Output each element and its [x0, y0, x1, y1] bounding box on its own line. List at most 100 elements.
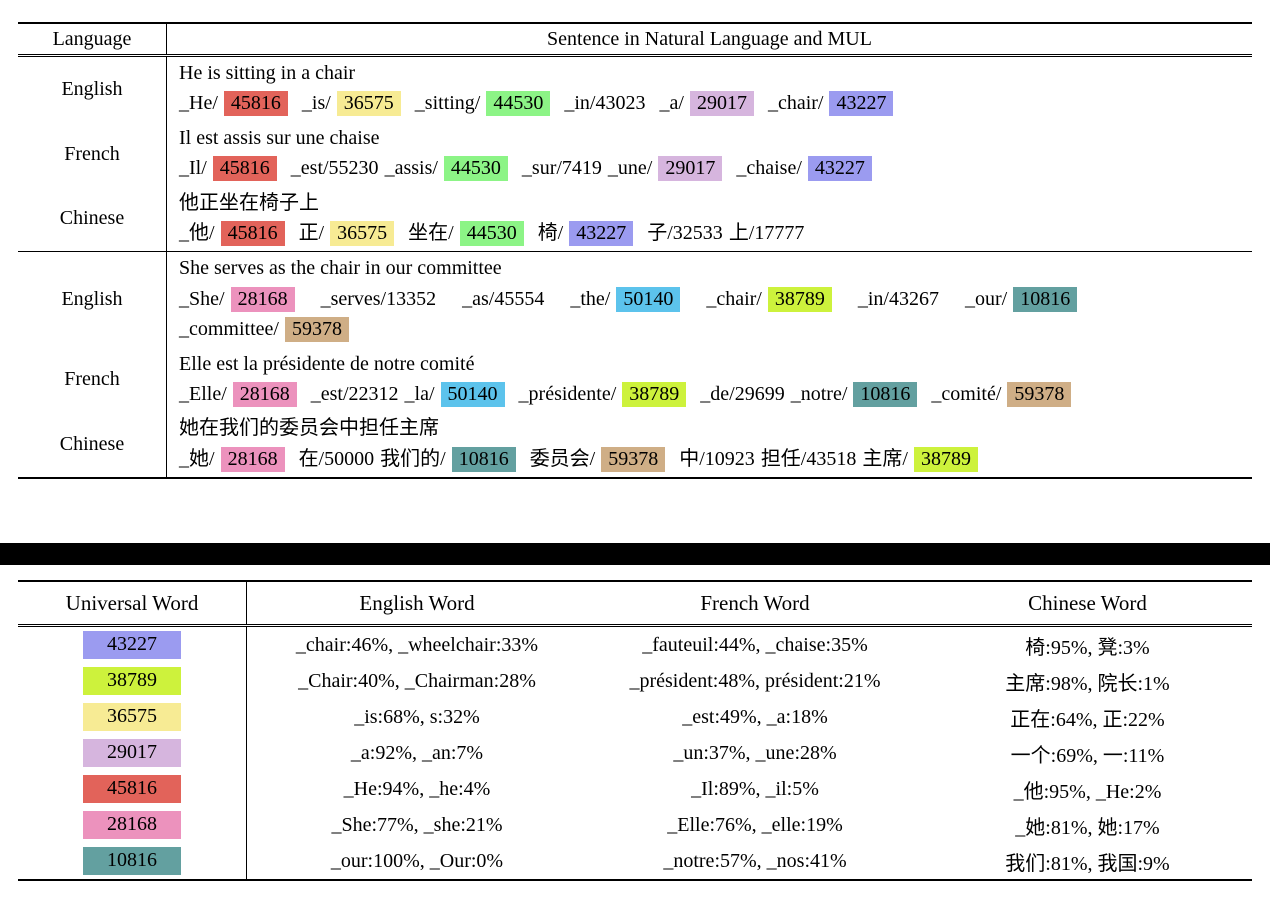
surface-word-token: _our/	[964, 287, 1008, 310]
universal-word-token: 50140	[440, 381, 505, 407]
surface-word-token: _Elle/	[179, 382, 227, 405]
universal-word-token: 59378	[284, 317, 349, 343]
universal-word-token: 10816	[853, 381, 918, 407]
french-word-cell: _président:48%, président:21%	[629, 669, 881, 692]
mul-token-line: _He/45816 _is/36575 _sitting/44530 _in/4302…	[179, 89, 1252, 117]
chinese-word-cell: _他:95%, _He:2%	[1013, 780, 1162, 803]
language-cell: English	[61, 77, 123, 100]
universal-word-cell: 28168	[18, 807, 246, 843]
universal-word-token: 28168	[230, 286, 295, 312]
universal-word-rows: 43227 _chair:46%, _wheelchair:33% _fauteui…	[18, 627, 1252, 879]
natural-language-sentence: Elle est la présidente de notre comité	[179, 352, 475, 375]
universal-word-token: 44530	[443, 156, 508, 182]
universal-word-token: 43227	[569, 220, 634, 246]
universal-word-token: 50140	[616, 286, 681, 312]
english-word-cell: _chair:46%, _wheelchair:33%	[246, 627, 587, 663]
surface-word-token: _de/29699	[700, 382, 785, 405]
language-cell: English	[61, 288, 123, 311]
table-row: 28168 _She:77%, _she:21% _Elle:76%, _elle:…	[18, 807, 1252, 843]
chinese-word-cell: 我们:81%, 我国:9%	[1005, 852, 1170, 875]
surface-word-token: _a/	[659, 92, 684, 115]
surface-word-token: _est/55230	[290, 157, 379, 180]
french-word-cell: _Elle:76%, _elle:19%	[667, 813, 843, 836]
sentence-groups: English He is sitting in a chair _He/45816…	[18, 57, 1252, 478]
table-row: 36575 _is:68%, s:32% _est:49%, _a:18% 正在:64…	[18, 699, 1252, 735]
language-cell: French	[64, 368, 120, 391]
surface-word-token: 我们的/	[380, 447, 446, 470]
universal-word-token: 36575	[330, 220, 395, 246]
universal-word-token: 44530	[486, 91, 551, 117]
surface-word-token: _chair/	[706, 287, 762, 310]
natural-language-sentence: She serves as the chair in our committee	[179, 257, 502, 280]
surface-word-token: _chair/	[767, 92, 824, 115]
surface-word-token: 上/17777	[728, 221, 805, 244]
universal-word-token: 45816	[223, 91, 288, 117]
sentence-cell: He is sitting in a chair _He/45816 _is/365…	[166, 57, 1252, 122]
universal-word-cell: 43227	[18, 627, 246, 663]
header-bottom-rule	[18, 54, 1252, 55]
natural-language-sentence: 她在我们的委员会中担任主席	[179, 417, 439, 440]
surface-word-token: _is/	[301, 92, 331, 115]
surface-word-token: 在/50000	[298, 447, 375, 470]
table-row: 43227 _chair:46%, _wheelchair:33% _fauteui…	[18, 627, 1252, 663]
surface-word-token: _He/	[179, 92, 218, 115]
table-bottom-rule	[18, 477, 1252, 480]
universal-word-table: Universal Word English Word French Word …	[18, 580, 1252, 881]
table-row: Chinese 他正坐在椅子上 _他/45816 正/36575 坐在/44530 椅/4…	[18, 186, 1252, 252]
header-english-word: English Word	[246, 582, 587, 624]
surface-word-token: _la/	[404, 382, 435, 405]
table-row: Chinese 她在我们的委员会中担任主席 _她/28168 在/50000 我们的/1…	[18, 412, 1252, 478]
chinese-word-cell: 主席:98%, 院长:1%	[1005, 672, 1170, 695]
universal-word-token: 10816	[451, 446, 516, 472]
universal-word-token: 45816	[212, 156, 277, 182]
universal-word-cell: 10816	[18, 843, 246, 879]
universal-word-token: 29017	[658, 156, 723, 182]
universal-word-swatch: 29017	[83, 739, 181, 767]
french-word-cell: _Il:89%, _il:5%	[691, 777, 819, 800]
surface-word-token: _comité/	[931, 382, 1002, 405]
mul-token-line: _Elle/28168 _est/22312 _la/50140 _président…	[179, 380, 1252, 408]
surface-word-token: _in/43267	[857, 287, 939, 310]
mul-token-line: _她/28168 在/50000 我们的/10816 委员会/59378 中/10923…	[179, 445, 1252, 473]
surface-word-token: _committee/	[179, 318, 279, 341]
surface-word-token: _She/	[179, 287, 225, 310]
surface-word-token: _une/	[607, 157, 653, 180]
mul-token-line: _committee/59378	[179, 315, 1252, 343]
bottom-table-header-row: Universal Word English Word French Word …	[18, 582, 1252, 624]
chinese-word-cell: 一个:69%, 一:11%	[1010, 744, 1165, 767]
french-word-cell: _est:49%, _a:18%	[682, 705, 828, 728]
universal-word-swatch: 10816	[83, 847, 181, 875]
surface-word-token: _in/43023	[564, 92, 646, 115]
header-chinese-word: Chinese Word	[1028, 590, 1147, 615]
sentence-cell: She serves as the chair in our committee…	[166, 252, 1252, 348]
table-row: 45816 _He:94%, _he:4% _Il:89%, _il:5% _他:95…	[18, 771, 1252, 807]
surface-word-token: _est/22312	[310, 382, 399, 405]
surface-word-token: _chaise/	[736, 157, 802, 180]
surface-word-token: 委员会/	[529, 447, 596, 470]
universal-word-cell: 29017	[18, 735, 246, 771]
english-word-cell: _She:77%, _she:21%	[246, 807, 587, 843]
table-row: English He is sitting in a chair _He/45816…	[18, 57, 1252, 122]
header-language: Language	[52, 27, 132, 50]
table-header-row: Language Sentence in Natural Language an…	[18, 24, 1252, 54]
surface-word-token: _他/	[179, 221, 215, 244]
surface-word-token: _serves/13352	[320, 287, 437, 310]
surface-word-token: _sur/7419	[521, 157, 602, 180]
universal-word-token: 28168	[232, 381, 297, 407]
bottom-header-rule	[18, 624, 1252, 625]
universal-word-cell: 38789	[18, 663, 246, 699]
english-word-cell: _Chair:40%, _Chairman:28%	[246, 663, 587, 699]
universal-word-token: 28168	[220, 446, 285, 472]
universal-word-token: 45816	[220, 220, 285, 246]
universal-word-token: 44530	[459, 220, 524, 246]
surface-word-token: _as/45554	[462, 287, 545, 310]
universal-word-cell: 45816	[18, 771, 246, 807]
chinese-word-cell: 椅:95%, 凳:3%	[1025, 636, 1150, 659]
surface-word-token: 坐在/	[408, 221, 454, 244]
surface-word-token: _the/	[570, 287, 611, 310]
english-word-cell: _is:68%, s:32%	[246, 699, 587, 735]
universal-word-token: 43227	[829, 91, 894, 117]
universal-word-swatch: 36575	[83, 703, 181, 731]
natural-language-sentence: Il est assis sur une chaise	[179, 126, 380, 149]
bottom-table-bottom-rule	[18, 879, 1252, 881]
